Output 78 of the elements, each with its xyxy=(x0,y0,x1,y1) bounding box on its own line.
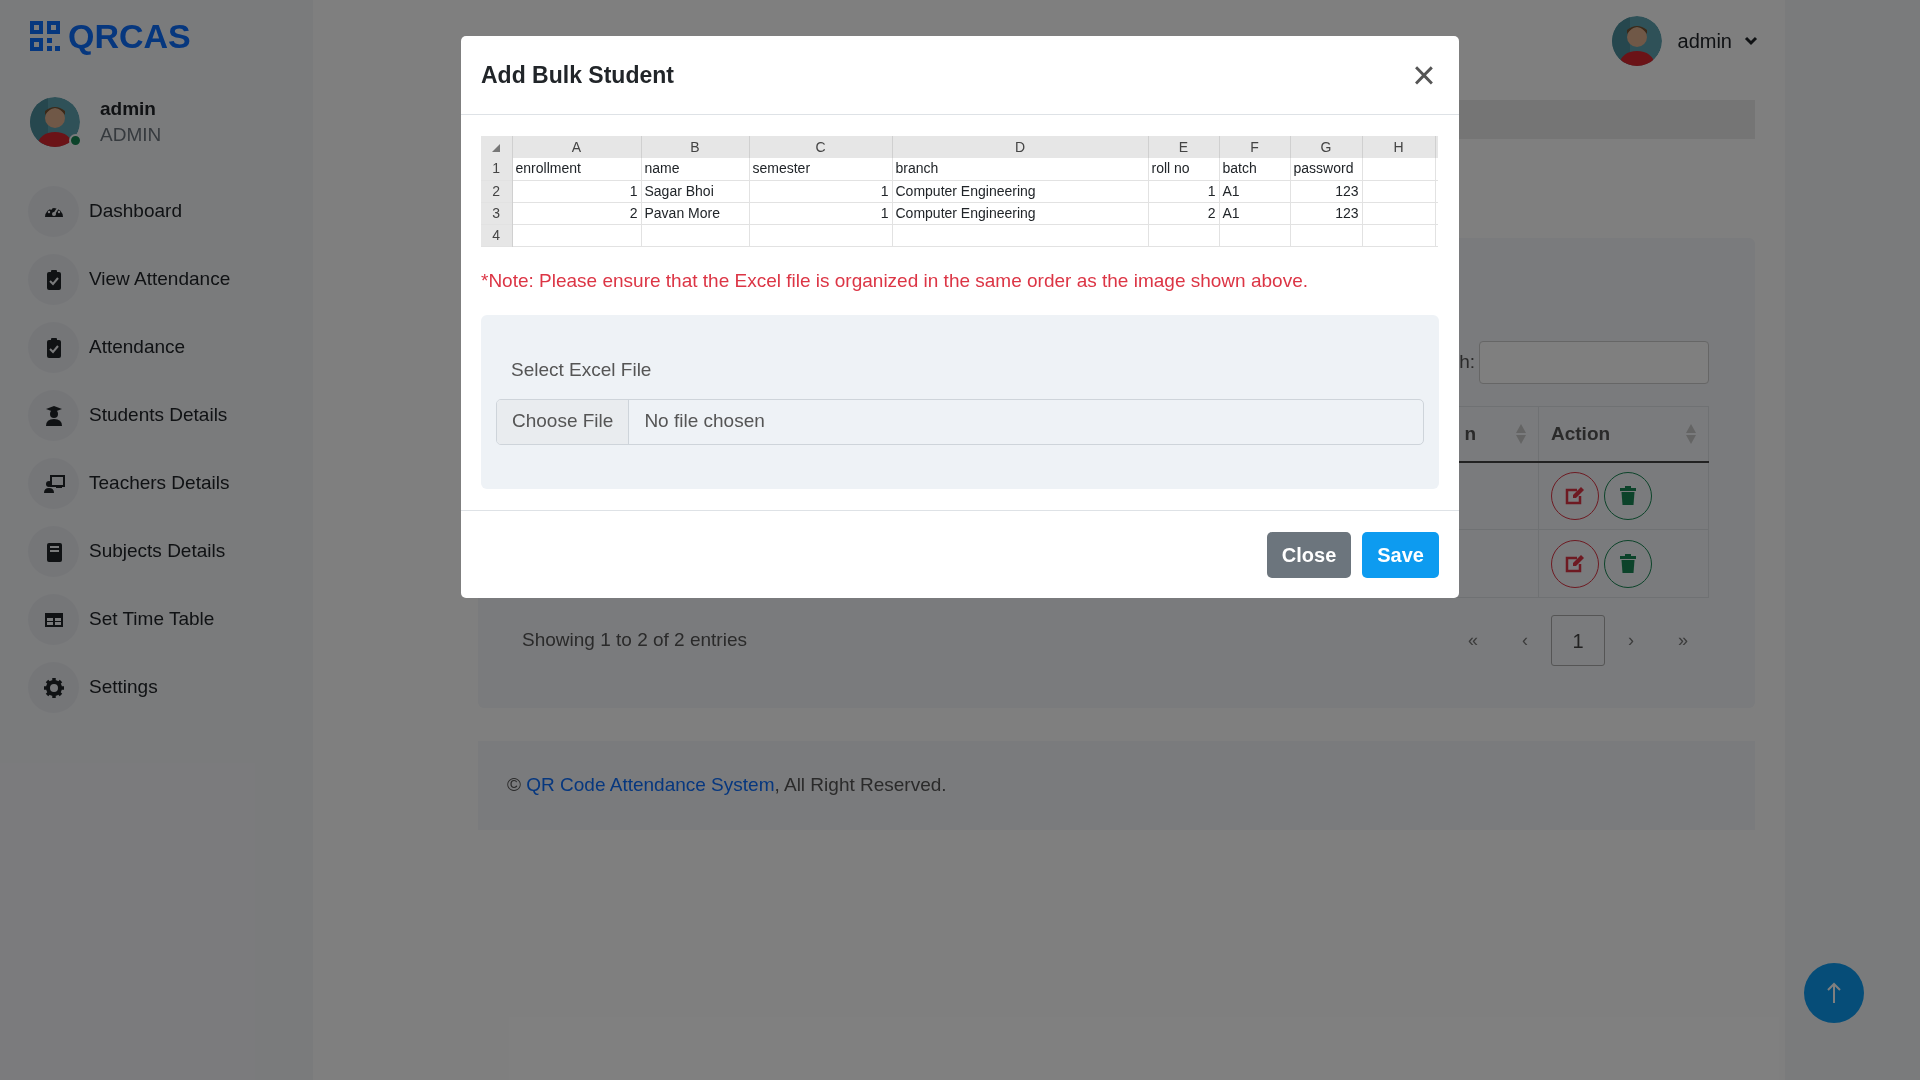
sheet-cell: 123 xyxy=(1335,204,1359,221)
sheet-cell: password xyxy=(1293,160,1354,177)
nav-item[interactable]: Attendance xyxy=(28,322,313,373)
column-letter: B xyxy=(690,138,700,155)
nav-item[interactable]: Students Details xyxy=(28,390,313,441)
file-status: No file chosen xyxy=(644,409,765,434)
column-letter: C xyxy=(815,138,826,155)
sheet-cell: Computer Engineering xyxy=(895,182,1036,199)
nav-item[interactable]: Set Time Table xyxy=(28,594,313,645)
sheet-cell: roll no xyxy=(1151,160,1190,177)
footer-text: © QR Code Attendance System, All Right Reserved. xyxy=(507,773,947,798)
nav-item[interactable]: Settings xyxy=(28,662,313,713)
user-menu[interactable]: admin xyxy=(1677,25,1758,56)
sheet-cell: 123 xyxy=(1335,182,1359,199)
nav-item[interactable]: Subjects Details xyxy=(28,526,313,577)
sheet-cell: 1 xyxy=(629,182,638,199)
sheet-cell: batch xyxy=(1222,160,1257,177)
nav-item[interactable]: Teachers Details xyxy=(28,458,313,509)
sheet-cell: 1 xyxy=(880,204,889,221)
sheet-cell: 2 xyxy=(629,204,638,221)
sheet-cell: Sagar Bhoi xyxy=(644,182,714,199)
chevron-down-icon xyxy=(1744,35,1758,46)
sheet-cell: semester xyxy=(752,160,811,177)
page-button[interactable]: ‹ xyxy=(1499,615,1551,666)
arrow-up-icon xyxy=(1826,981,1842,1005)
column-letter: F xyxy=(1250,138,1259,155)
edit-icon xyxy=(1565,486,1585,505)
settings-icon xyxy=(42,676,65,699)
search-field[interactable] xyxy=(1479,341,1709,384)
trash-icon xyxy=(1620,486,1636,506)
sort-icon xyxy=(1686,423,1696,444)
nav-item[interactable]: Dashboard xyxy=(28,186,313,237)
modal-title: Add Bulk Student xyxy=(481,60,674,90)
sheet-cell: Computer Engineering xyxy=(895,204,1036,221)
sheet-cell: 1 xyxy=(880,182,889,199)
sort-icon xyxy=(1516,423,1526,444)
column-letter: D xyxy=(1014,138,1026,155)
save-button[interactable]: Save xyxy=(1362,531,1439,578)
sheet-cell: A1 xyxy=(1222,182,1240,199)
page-button[interactable]: › xyxy=(1605,615,1657,666)
close-button[interactable]: Close xyxy=(1266,531,1352,578)
column-letter: G xyxy=(1320,138,1332,155)
logo-text: QRCAS xyxy=(68,19,191,53)
file-input[interactable]: Choose File No file chosen xyxy=(496,398,1424,445)
column-letter: E xyxy=(1178,138,1189,155)
row-number: 1 xyxy=(492,160,501,177)
row-number: 3 xyxy=(492,204,501,221)
sheet-cell: A1 xyxy=(1222,204,1240,221)
column-letter: A xyxy=(571,138,582,155)
search-label: h: xyxy=(1459,350,1475,375)
sheet-cell: enrollment xyxy=(515,160,581,177)
page-button[interactable]: « xyxy=(1447,615,1499,666)
note-text: *Note: Please ensure that the Excel file is organized in the same order as the image shown above. xyxy=(481,268,1309,293)
select-all-icon xyxy=(492,143,501,152)
row-number: 2 xyxy=(492,182,501,199)
user-name: admin xyxy=(100,97,157,121)
sheet-cell: 2 xyxy=(1207,204,1216,221)
teacher-icon xyxy=(42,472,65,495)
close-button[interactable]: × xyxy=(1409,55,1439,95)
user-role: ADMIN xyxy=(100,123,162,147)
sheet-cell: name xyxy=(644,160,680,177)
sheet-cell: branch xyxy=(895,160,939,177)
column-letter: H xyxy=(1393,138,1404,155)
row-number: 4 xyxy=(492,226,501,243)
column-header[interactable]: n xyxy=(1464,419,1476,448)
sheet-cell: Pavan More xyxy=(644,204,720,221)
nav-item[interactable]: View Attendance xyxy=(28,254,313,305)
trash-icon xyxy=(1620,554,1636,573)
footer-link[interactable]: QR Code Attendance System xyxy=(526,774,775,796)
column-header[interactable]: Action xyxy=(1551,419,1611,448)
qr-code-icon xyxy=(30,21,60,51)
table-info: Showing 1 to 2 of 2 entries xyxy=(522,628,747,653)
field-label: Select Excel File xyxy=(511,358,653,382)
edit-icon xyxy=(1565,554,1585,573)
sheet-cell: 1 xyxy=(1207,182,1216,199)
page-button[interactable]: 1 xyxy=(1551,615,1605,666)
page-button[interactable]: » xyxy=(1657,615,1709,666)
choose-file-button[interactable]: Choose File xyxy=(497,399,630,444)
